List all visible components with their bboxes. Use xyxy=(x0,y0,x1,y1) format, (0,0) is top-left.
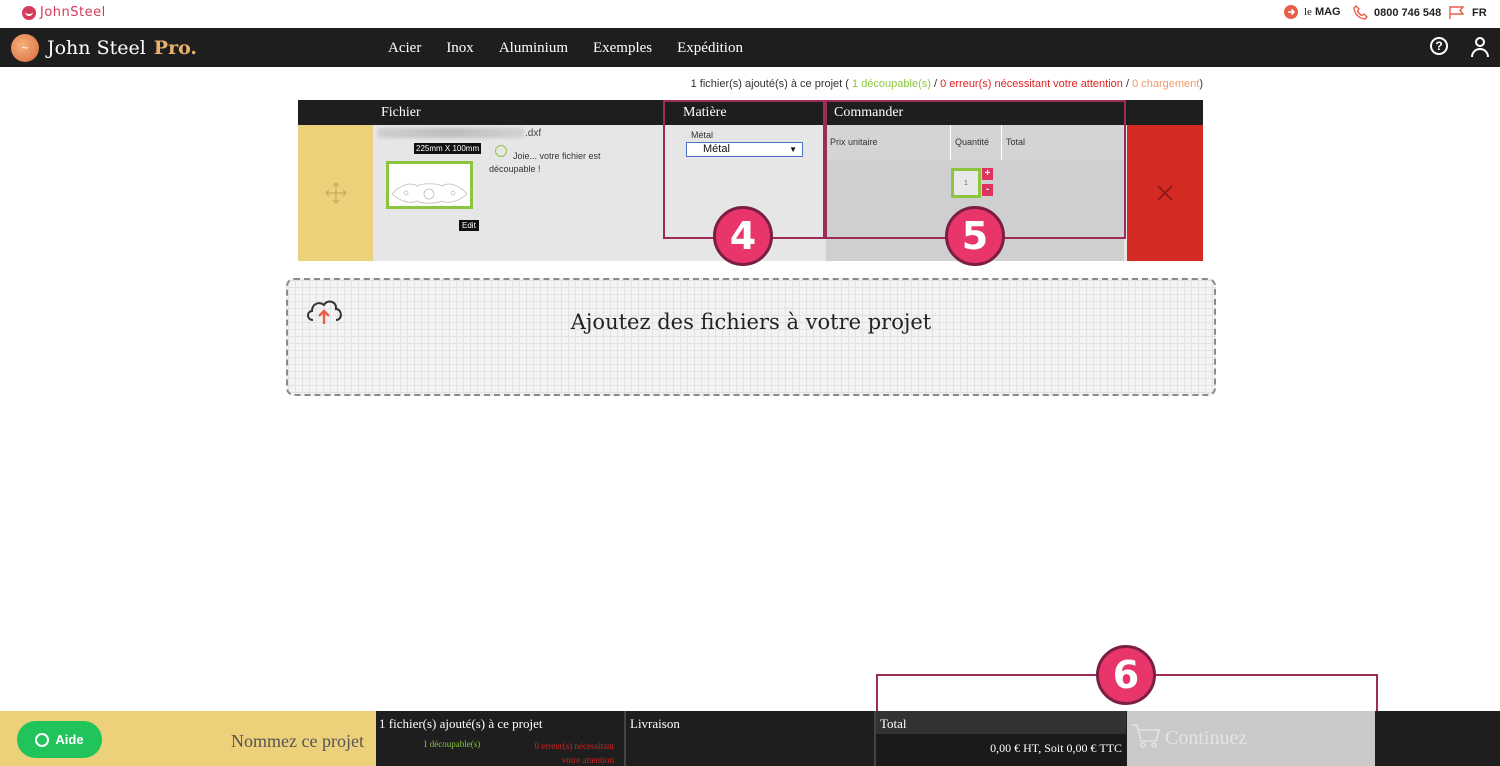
logo-pro: Pro. xyxy=(153,37,198,59)
johnsteel-brand-link[interactable]: JohnSteel xyxy=(22,5,106,20)
language-selector[interactable]: FR xyxy=(1448,5,1487,20)
file-preview-thumbnail[interactable] xyxy=(386,161,473,209)
footer-livraison-header: Livraison xyxy=(630,716,680,731)
nav-item-exemples[interactable]: Exemples xyxy=(593,40,652,57)
drag-handle[interactable] xyxy=(298,125,373,261)
language-label: FR xyxy=(1472,6,1487,19)
file-status-message: Joie... votre fichier est découpable ! xyxy=(489,151,601,174)
checkout-footer: Aide Nommez ce projet 1 fichier(s) ajout… xyxy=(0,711,1500,766)
file-extension: .dxf xyxy=(525,128,542,139)
project-summary: 1 fichier(s) ajouté(s) à ce projet ( 1 d… xyxy=(691,78,1203,90)
flag-icon xyxy=(1449,6,1465,19)
summary-decoupable: 1 découpable(s) xyxy=(852,78,931,90)
help-chat-button[interactable]: Aide xyxy=(17,721,102,758)
nav-item-inox[interactable]: Inox xyxy=(446,40,474,57)
annotation-badge-4: 4 xyxy=(713,206,773,266)
brand-name: JohnSteel xyxy=(40,5,106,20)
logo-mark-icon: ~ xyxy=(11,34,39,62)
delete-file-button[interactable] xyxy=(1127,125,1203,261)
footer-files-summary: 1 fichier(s) ajouté(s) à ce projet 1 déc… xyxy=(376,711,624,766)
help-chat-label: Aide xyxy=(55,732,84,747)
close-icon xyxy=(1157,185,1173,201)
file-name-redacted xyxy=(378,128,524,138)
footer-files-header: 1 fichier(s) ajouté(s) à ce projet xyxy=(379,716,543,731)
help-icon[interactable]: ? xyxy=(1430,37,1448,55)
user-account-icon[interactable] xyxy=(1470,37,1490,57)
nav-menu: Acier Inox Aluminium Exemples Expédition xyxy=(388,40,768,57)
utility-bar: JohnSteel le MAG 0800 746 548 FR xyxy=(0,0,1500,28)
upload-label: Ajoutez des fichiers à votre projet xyxy=(570,310,932,334)
move-arrows-icon xyxy=(325,182,346,204)
footer-total-bar xyxy=(876,711,1126,734)
summary-loading: 0 chargement xyxy=(1132,78,1200,90)
footer-total: Total 0,00 € HT, Soit 0,00 € TTC xyxy=(876,711,1126,766)
header-fichier: Fichier xyxy=(381,105,421,120)
main-navigation: ~ John Steel Pro. Acier Inox Aluminium E… xyxy=(0,28,1500,67)
mag-label: MAG xyxy=(1314,6,1341,18)
john-steel-pro-logo[interactable]: ~ John Steel Pro. xyxy=(11,34,197,62)
project-name-area: Aide Nommez ce projet xyxy=(0,711,376,766)
file-dimensions: 225mm X 100mm xyxy=(414,143,482,154)
cart-icon xyxy=(1132,724,1161,748)
annotation-badge-6: 6 xyxy=(1096,645,1156,705)
file-upload-dropzone[interactable]: Ajoutez des fichiers à votre projet xyxy=(286,278,1216,396)
mag-prefix: le xyxy=(1304,6,1312,18)
nav-icons: ? xyxy=(1430,37,1490,57)
phone-number: 0800 746 548 xyxy=(1374,6,1442,19)
footer-total-header: Total xyxy=(880,716,907,731)
summary-sep2: / xyxy=(1122,78,1133,90)
mag-link[interactable]: le MAG xyxy=(1284,5,1341,19)
continue-button[interactable]: Continuez xyxy=(1127,711,1375,766)
continue-label: Continuez xyxy=(1165,727,1248,749)
chat-bubble-icon xyxy=(35,732,50,747)
summary-close: ) xyxy=(1199,78,1203,90)
nav-item-expedition[interactable]: Expédition xyxy=(677,40,743,57)
part-outline-icon xyxy=(391,183,468,204)
footer-files-errors: 0 erreur(s) nécessitant votre attention xyxy=(534,741,614,765)
phone-icon xyxy=(1353,5,1368,20)
footer-total-value: 0,00 € HT, Soit 0,00 € TTC xyxy=(990,741,1122,755)
project-name-field[interactable]: Nommez ce projet xyxy=(231,731,364,752)
summary-sep1: / xyxy=(930,78,941,90)
logo-name: John Steel xyxy=(47,37,146,59)
summary-added: 1 fichier(s) ajouté(s) à ce projet ( xyxy=(690,78,849,90)
footer-files-decoupable: 1 découpable(s) xyxy=(423,739,481,749)
arrow-right-circle-icon xyxy=(1284,5,1298,19)
mustache-logo-icon xyxy=(22,5,36,20)
nav-item-aluminium[interactable]: Aluminium xyxy=(499,40,568,57)
nav-item-acier[interactable]: Acier xyxy=(388,40,421,57)
annotation-badge-5: 5 xyxy=(945,206,1005,266)
phone-link[interactable]: 0800 746 548 xyxy=(1353,5,1441,20)
edit-button[interactable]: Edit xyxy=(459,220,479,231)
footer-livraison: Livraison xyxy=(626,711,874,766)
summary-errors: 0 erreur(s) nécessitant votre attention xyxy=(940,78,1123,90)
